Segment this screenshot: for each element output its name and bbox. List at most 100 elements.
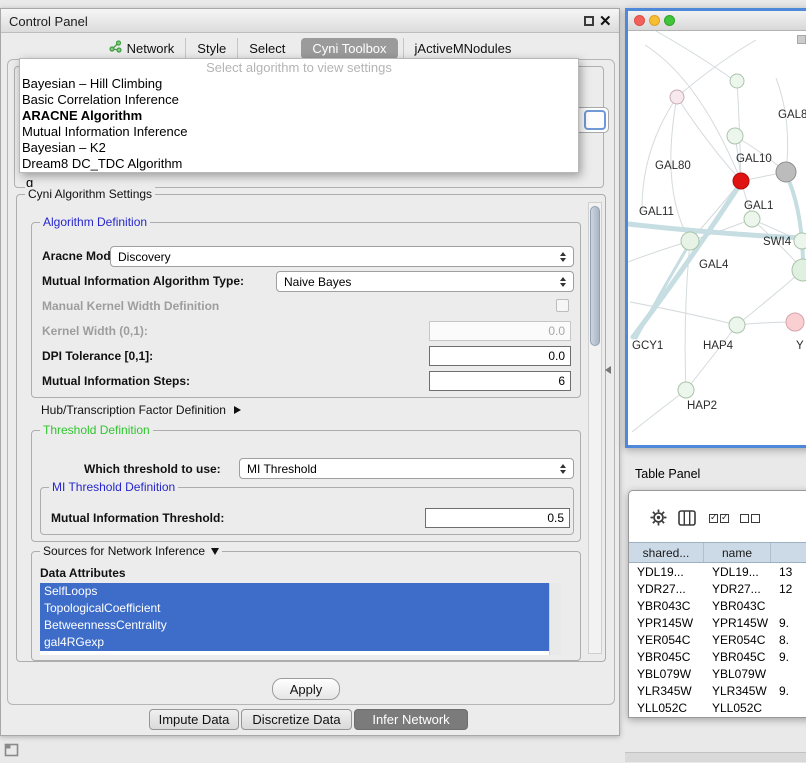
expand-right-icon[interactable] (234, 406, 241, 414)
network-node[interactable] (727, 128, 743, 144)
network-node-gray[interactable] (776, 162, 796, 182)
table-cell: YDR27... (704, 582, 771, 596)
table-cell: YLR345W (704, 684, 771, 698)
column-header-clipped[interactable] (771, 543, 806, 562)
network-icon (109, 40, 122, 56)
tab-jactivemnodules[interactable]: jActiveMNodules (403, 38, 523, 59)
mi-steps-field[interactable]: 6 (429, 371, 571, 391)
dpi-tolerance-field[interactable]: 0.0 (429, 346, 571, 366)
dropdown-item[interactable]: Basic Correlation Inference (20, 92, 578, 108)
network-node[interactable] (786, 313, 804, 331)
data-attributes-list[interactable]: SelfLoops TopologicalCoefficient Between… (40, 583, 561, 655)
scrollbar-thumb[interactable] (590, 206, 600, 346)
collapse-down-icon[interactable] (211, 548, 219, 555)
table-cell: 9. (771, 684, 806, 698)
list-item[interactable]: SelfLoops (40, 583, 549, 600)
table-row[interactable]: YLR345WYLR345W9. (629, 682, 806, 699)
gear-icon[interactable] (650, 509, 667, 526)
hub-transcription-factor-section[interactable]: Hub/Transcription Factor Definition (41, 401, 241, 419)
tab-discretize-data[interactable]: Discretize Data (241, 709, 352, 730)
node-label: HAP4 (703, 340, 734, 352)
table-cell: YDL19... (704, 565, 771, 579)
columns-icon[interactable] (678, 510, 696, 526)
node-label: GAL1 (744, 200, 773, 212)
node-label: HAP2 (687, 400, 717, 412)
table-row[interactable]: YDR27...YDR27...12 (629, 580, 806, 597)
table-row[interactable]: YDL19...YDL19...13 (629, 563, 806, 580)
column-header-name[interactable]: name (704, 543, 771, 562)
kernel-width-field[interactable]: 0.0 (429, 321, 571, 341)
dropdown-item[interactable]: Bayesian – Hill Climbing (20, 76, 578, 92)
table-cell: YBL079W (629, 667, 704, 681)
network-view-window: GAL8 GAL80 GAL10 GAL11 GAL1 SWI4 GAL4 GC… (625, 8, 806, 448)
sources-title: Sources for Network Inference (43, 544, 205, 559)
network-window-titlebar[interactable] (628, 11, 806, 31)
control-panel-titlebar[interactable]: Control Panel ✕ (1, 9, 619, 33)
restore-panel-icon[interactable] (4, 742, 20, 763)
dropdown-item[interactable]: Mutual Information Inference (20, 124, 578, 140)
list-scrollbar[interactable] (549, 583, 561, 655)
table-cell: YLL052C (629, 701, 704, 715)
zoom-traffic-light[interactable] (664, 15, 675, 26)
select-none-icon[interactable] (740, 514, 762, 523)
group-title: Cyni Algorithm Settings (25, 187, 155, 202)
mi-threshold-field[interactable]: 0.5 (425, 508, 570, 528)
network-node[interactable] (681, 232, 699, 250)
dropdown-item-selected[interactable]: ARACNE Algorithm (20, 108, 578, 124)
table-row[interactable]: YBL079WYBL079W (629, 665, 806, 682)
close-traffic-light[interactable] (634, 15, 645, 26)
table-row[interactable]: YBR045CYBR045C9. (629, 648, 806, 665)
table-row[interactable]: YBR043CYBR043C (629, 597, 806, 614)
node-label: GAL8 (778, 109, 806, 121)
network-canvas[interactable]: GAL8 GAL80 GAL10 GAL11 GAL1 SWI4 GAL4 GC… (628, 31, 806, 445)
list-item[interactable]: gal4RGexp (40, 634, 549, 651)
which-threshold-combo[interactable]: MI Threshold (239, 458, 574, 479)
table-row[interactable]: YLL052CYLL052C (629, 699, 806, 716)
tab-label: jActiveMNodules (415, 41, 512, 56)
table-cell: YBR043C (704, 599, 771, 613)
network-node[interactable] (670, 90, 684, 104)
table-panel-title: Table Panel (635, 467, 700, 481)
aracne-mode-combo[interactable]: Discovery (110, 246, 574, 267)
splitter-handle[interactable] (605, 366, 611, 374)
tab-style[interactable]: Style (185, 38, 237, 59)
table-cell: YLR345W (629, 684, 704, 698)
group-title: MI Threshold Definition (49, 480, 178, 495)
node-label: GAL80 (655, 160, 691, 172)
node-label: GAL4 (699, 259, 729, 271)
tab-select[interactable]: Select (237, 38, 296, 59)
network-node[interactable] (794, 233, 806, 249)
tab-cyni-toolbox[interactable]: Cyni Toolbox (301, 38, 397, 59)
table-row[interactable]: YER054CYER054C8. (629, 631, 806, 648)
table-cell: YDR27... (629, 582, 704, 596)
apply-button[interactable]: Apply (272, 678, 340, 700)
combo-stepper-button[interactable] (584, 110, 606, 130)
dropdown-item[interactable]: Bayesian – K2 (20, 140, 578, 156)
minimize-traffic-light[interactable] (649, 15, 660, 26)
group-title: Algorithm Definition (40, 215, 150, 230)
network-thick-edges (628, 174, 803, 338)
manual-kernel-width-checkbox[interactable] (556, 299, 569, 312)
column-header-shared-name[interactable]: shared... (629, 543, 704, 562)
control-panel-window: Control Panel ✕ Network Style Select Cyn… (0, 8, 620, 736)
tab-network[interactable]: Network (98, 38, 186, 59)
network-node[interactable] (729, 317, 745, 333)
tab-impute-data[interactable]: Impute Data (149, 709, 239, 730)
dropdown-item[interactable]: Dream8 DC_TDC Algorithm (20, 156, 578, 172)
which-threshold-label: Which threshold to use: (84, 460, 221, 478)
list-item[interactable]: BetweennessCentrality (40, 617, 549, 634)
float-window-icon[interactable] (584, 16, 594, 26)
table-body: YDL19...YDL19...13 YDR27...YDR27...12 YB… (629, 563, 806, 717)
network-node-selected-red[interactable] (733, 173, 749, 189)
list-item[interactable]: TopologicalCoefficient (40, 600, 549, 617)
table-row[interactable]: YPR145WYPR145W9. (629, 614, 806, 631)
mi-algorithm-type-combo[interactable]: Naive Bayes (276, 271, 574, 292)
network-node[interactable] (744, 211, 760, 227)
select-all-icon[interactable] (709, 514, 731, 523)
settings-scrollbar[interactable] (588, 202, 602, 654)
network-node[interactable] (730, 74, 744, 88)
tab-infer-network[interactable]: Infer Network (354, 709, 468, 730)
network-node[interactable] (678, 382, 694, 398)
close-icon[interactable]: ✕ (599, 12, 612, 30)
threshold-definition-group: Threshold Definition Which threshold to … (31, 430, 581, 542)
